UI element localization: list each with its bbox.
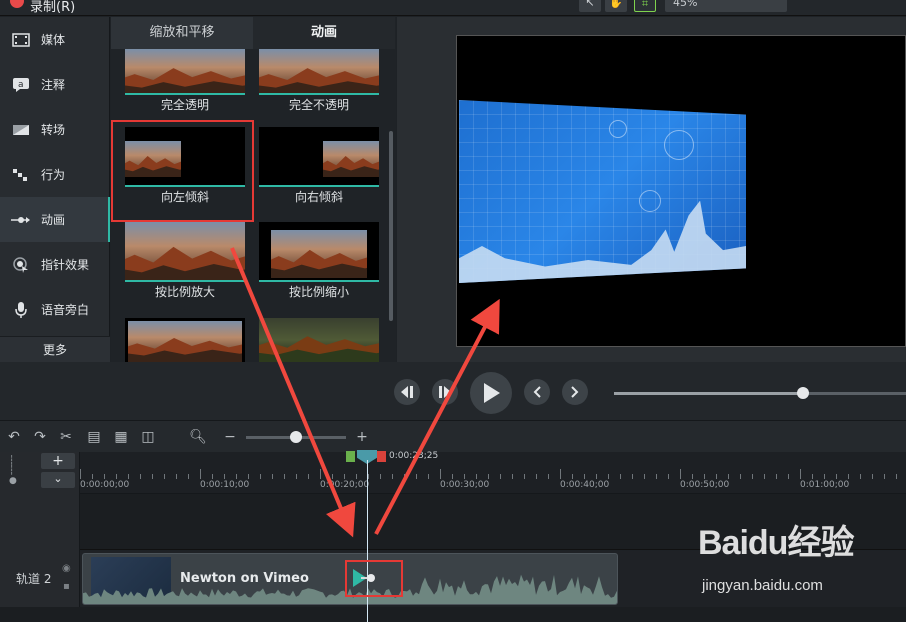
watermark-url: jingyan.baidu.com xyxy=(702,577,823,594)
baidu-watermark: Baidu经验 jingyan.baidu.com xyxy=(698,515,906,601)
watermark-brand: Baidu经验 xyxy=(698,524,854,562)
arrow-to-preview xyxy=(374,298,500,535)
arrow-to-clip xyxy=(230,247,356,538)
